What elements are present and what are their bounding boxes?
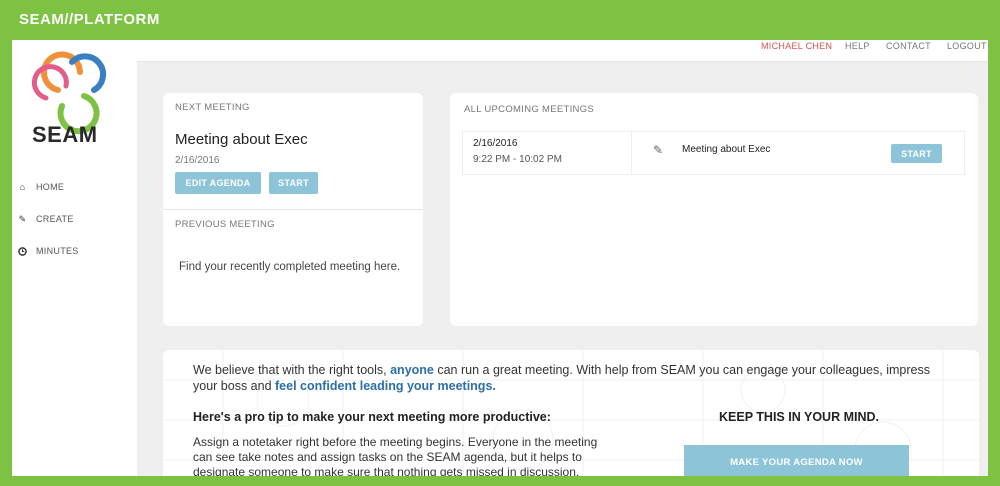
pro-tip-heading: Here's a pro tip to make your next meeti… <box>193 410 551 424</box>
feel-confident-link[interactable]: feel confident leading your meetings. <box>275 379 496 393</box>
edit-meeting-icon[interactable]: ✎ <box>653 143 663 157</box>
sidebar-item-label: CREATE <box>36 214 74 224</box>
next-meeting-date: 2/16/2016 <box>175 155 220 166</box>
upcoming-meeting-row[interactable]: 2/16/2016 9:22 PM - 10:02 PM ✎ Meeting a… <box>462 131 965 175</box>
upcoming-meetings-heading: ALL UPCOMING MEETINGS <box>464 104 594 115</box>
start-meeting-button[interactable]: START <box>891 144 942 163</box>
keep-in-mind-heading: KEEP THIS IN YOUR MIND. <box>719 410 879 424</box>
brand-title: SEAM//PLATFORM <box>19 11 160 28</box>
sidebar-item-minutes[interactable]: MINUTES <box>18 246 79 256</box>
next-meeting-heading: NEXT MEETING <box>175 102 250 113</box>
card-divider <box>163 209 423 210</box>
top-nav: MICHAEL CHEN HELP CONTACT LOGOUT <box>137 40 988 62</box>
previous-meeting-heading: PREVIOUS MEETING <box>175 219 275 230</box>
brand-bar: SEAM//PLATFORM <box>0 0 1000 40</box>
clock-icon <box>18 246 27 256</box>
intro-text-1: We believe that with the right tools, <box>193 363 391 377</box>
contact-link[interactable]: CONTACT <box>886 41 931 51</box>
anyone-link[interactable]: anyone <box>390 363 434 377</box>
upcoming-meetings-card: ALL UPCOMING MEETINGS 2/16/2016 9:22 PM … <box>450 93 978 326</box>
tip-card: We believe that with the right tools, an… <box>163 350 979 476</box>
meeting-title[interactable]: Meeting about Exec <box>682 144 770 155</box>
home-icon: ⌂ <box>19 182 26 192</box>
tip-intro: We believe that with the right tools, an… <box>193 362 953 394</box>
sidebar-item-label: HOME <box>36 182 65 192</box>
next-meeting-title[interactable]: Meeting about Exec <box>175 131 308 148</box>
previous-meeting-message: Find your recently completed meeting her… <box>179 261 401 273</box>
app-window: SEAM ⌂ HOME ✎ CREATE MINUTES MICHAEL CHE… <box>12 40 988 476</box>
pro-tip-body: Assign a notetaker right before the meet… <box>193 435 598 476</box>
logout-link[interactable]: LOGOUT <box>947 41 987 51</box>
sidebar: SEAM ⌂ HOME ✎ CREATE MINUTES <box>12 40 137 476</box>
sidebar-item-home[interactable]: ⌂ HOME <box>18 182 64 192</box>
make-agenda-button[interactable]: MAKE YOUR AGENDA NOW <box>684 445 909 476</box>
main-content: MICHAEL CHEN HELP CONTACT LOGOUT NEXT ME… <box>137 40 988 476</box>
user-name-link[interactable]: MICHAEL CHEN <box>761 41 832 51</box>
pencil-icon: ✎ <box>18 213 27 224</box>
start-next-meeting-button[interactable]: START <box>269 172 318 194</box>
meeting-time: 9:22 PM - 10:02 PM <box>473 154 562 165</box>
next-meeting-card: NEXT MEETING Meeting about Exec 2/16/201… <box>163 93 423 326</box>
help-link[interactable]: HELP <box>845 41 870 51</box>
sidebar-item-create[interactable]: ✎ CREATE <box>18 213 74 225</box>
logo-text: SEAM <box>32 122 98 147</box>
meeting-date: 2/16/2016 <box>473 138 518 149</box>
sidebar-item-label: MINUTES <box>36 246 79 256</box>
row-divider <box>631 132 632 174</box>
edit-agenda-button[interactable]: EDIT AGENDA <box>175 172 261 194</box>
